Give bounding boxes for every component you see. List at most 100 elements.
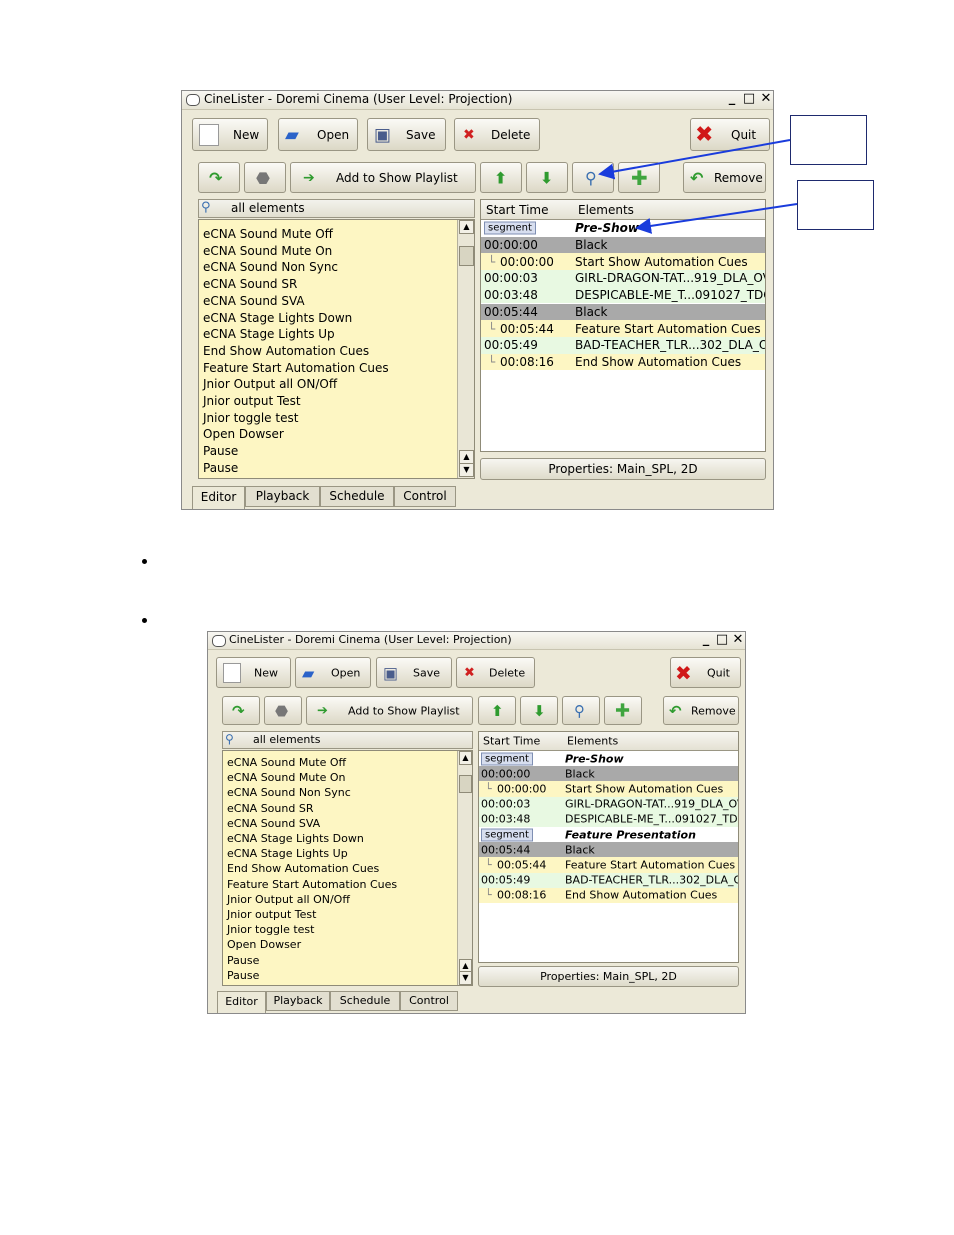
list-item[interactable]: Jnior toggle test bbox=[223, 922, 457, 937]
list-item[interactable]: eCNA Sound SVA bbox=[199, 293, 457, 310]
playlist-row[interactable]: segment Pre-Show bbox=[481, 220, 765, 237]
add-segment-button[interactable]: ✚ bbox=[604, 696, 642, 725]
tab-schedule[interactable]: Schedule bbox=[330, 991, 400, 1011]
refresh-button[interactable]: ↷ bbox=[198, 162, 240, 193]
maximize-button[interactable]: □ bbox=[742, 92, 756, 106]
add-segment-button[interactable]: ✚ bbox=[618, 162, 660, 193]
playlist-row[interactable]: segment Feature Presentation bbox=[479, 827, 738, 843]
move-up-button[interactable]: ⬆ bbox=[478, 696, 516, 725]
new-button[interactable]: New bbox=[192, 118, 268, 151]
find-button[interactable]: ⚲ bbox=[572, 162, 614, 193]
minimize-button[interactable]: _ bbox=[699, 633, 713, 647]
scroll-up-arrow[interactable]: ▲ bbox=[459, 220, 474, 234]
properties-bar[interactable]: Properties: Main_SPL, 2D bbox=[478, 966, 739, 987]
col-start-time[interactable]: Start Time bbox=[483, 735, 540, 748]
list-item[interactable]: End Show Automation Cues bbox=[223, 861, 457, 876]
list-item[interactable]: eCNA Sound Non Sync bbox=[223, 785, 457, 800]
scroll-down-arrow-2[interactable]: ▼ bbox=[459, 463, 474, 477]
list-item[interactable]: Jnior toggle test bbox=[199, 410, 457, 427]
close-button[interactable]: ✕ bbox=[759, 92, 773, 106]
copy-button[interactable]: ⬣ bbox=[264, 696, 302, 725]
remove-button[interactable]: ↶ Remove bbox=[683, 162, 766, 193]
playlist-row[interactable]: 00:00:00 └ Start Show Automation Cues bbox=[479, 781, 738, 797]
elements-list-scrollbar[interactable]: ▲ ▲ ▼ bbox=[457, 751, 472, 985]
playlist-row[interactable]: 00:00:03 GIRL-DRAGON-TAT...919_DLA_OV bbox=[481, 270, 765, 287]
col-elements[interactable]: Elements bbox=[567, 735, 618, 748]
list-item[interactable]: Feature Start Automation Cues bbox=[199, 360, 457, 377]
save-button[interactable]: ▣ Save bbox=[376, 657, 452, 688]
list-item[interactable]: Pause bbox=[199, 460, 457, 477]
list-item[interactable]: eCNA Sound Non Sync bbox=[199, 259, 457, 276]
quit-button[interactable]: ✖ Quit bbox=[690, 118, 770, 151]
quit-button[interactable]: ✖ Quit bbox=[670, 657, 741, 688]
list-item[interactable]: eCNA Sound Mute Off bbox=[199, 226, 457, 243]
scroll-up-arrow[interactable]: ▲ bbox=[459, 751, 472, 765]
playlist-row[interactable]: 00:00:00 Black bbox=[479, 766, 738, 782]
tab-control[interactable]: Control bbox=[400, 991, 458, 1011]
list-item[interactable]: Jnior output Test bbox=[199, 393, 457, 410]
delete-button[interactable]: ✖ Delete bbox=[454, 118, 540, 151]
list-item[interactable]: eCNA Stage Lights Down bbox=[199, 310, 457, 327]
close-button[interactable]: ✕ bbox=[731, 633, 745, 647]
list-item[interactable]: Open Dowser bbox=[223, 937, 457, 952]
move-up-button[interactable]: ⬆ bbox=[480, 162, 522, 193]
list-item[interactable]: eCNA Sound Mute On bbox=[223, 770, 457, 785]
tab-control[interactable]: Control bbox=[394, 486, 456, 507]
scroll-thumb[interactable] bbox=[459, 246, 474, 266]
maximize-button[interactable]: □ bbox=[715, 633, 729, 647]
list-item[interactable]: eCNA Sound Mute Off bbox=[223, 755, 457, 770]
add-to-show-playlist-button[interactable]: ➔ Add to Show Playlist bbox=[306, 696, 473, 725]
tab-playback[interactable]: Playback bbox=[245, 486, 320, 507]
find-button[interactable]: ⚲ bbox=[562, 696, 600, 725]
list-item[interactable]: Pause bbox=[223, 953, 457, 968]
playlist-row[interactable]: 00:03:48 DESPICABLE-ME_T...091027_TDC bbox=[481, 286, 765, 304]
playlist-row[interactable]: 00:08:16 └ End Show Automation Cues bbox=[481, 353, 765, 371]
playlist-row[interactable]: segment Pre-Show bbox=[479, 751, 738, 767]
list-item[interactable]: eCNA Sound SR bbox=[223, 801, 457, 816]
playlist-row[interactable]: 00:00:00 └ Start Show Automation Cues bbox=[481, 253, 765, 271]
list-item[interactable]: eCNA Stage Lights Up bbox=[223, 846, 457, 861]
open-button[interactable]: ▰ Open bbox=[295, 657, 371, 688]
list-item[interactable]: Pause bbox=[199, 443, 457, 460]
move-down-button[interactable]: ⬇ bbox=[520, 696, 558, 725]
list-item[interactable]: eCNA Sound SR bbox=[199, 276, 457, 293]
list-item[interactable]: Jnior output Test bbox=[223, 907, 457, 922]
scroll-down-arrow[interactable]: ▲ bbox=[459, 450, 474, 464]
list-item[interactable]: Jnior Output all ON/Off bbox=[223, 892, 457, 907]
list-item[interactable]: eCNA Sound Mute On bbox=[199, 243, 457, 260]
element-search-bar[interactable]: ⚲ all elements bbox=[222, 731, 473, 749]
element-search-bar[interactable]: ⚲ all elements bbox=[198, 199, 475, 218]
scroll-thumb[interactable] bbox=[459, 775, 472, 793]
list-item[interactable]: Pause bbox=[223, 968, 457, 983]
playlist-row[interactable]: 00:03:48 DESPICABLE-ME_T...091027_TDC bbox=[479, 811, 738, 827]
new-button[interactable]: New bbox=[216, 657, 291, 688]
playlist-row[interactable]: 00:05:44 Black bbox=[479, 842, 738, 858]
list-item[interactable]: Jnior Output all ON/Off bbox=[199, 376, 457, 393]
tab-editor[interactable]: Editor bbox=[192, 486, 245, 509]
playlist-row[interactable]: 00:00:00 Black bbox=[481, 236, 765, 254]
playlist-row[interactable]: 00:05:49 BAD-TEACHER_TLR...302_DLA_OV bbox=[479, 872, 738, 888]
playlist-row[interactable]: 00:05:49 BAD-TEACHER_TLR...302_DLA_OV bbox=[481, 336, 765, 354]
elements-list-scrollbar[interactable]: ▲ ▲ ▼ bbox=[457, 220, 474, 478]
list-item[interactable]: Feature Start Automation Cues bbox=[223, 877, 457, 892]
open-button[interactable]: ▰ Open bbox=[278, 118, 358, 151]
list-item[interactable]: eCNA Stage Lights Down bbox=[223, 831, 457, 846]
playlist-row[interactable]: 00:00:03 GIRL-DRAGON-TAT...919_DLA_OV bbox=[479, 796, 738, 812]
add-to-show-playlist-button[interactable]: ➔ Add to Show Playlist bbox=[290, 162, 476, 193]
scroll-down-arrow-2[interactable]: ▼ bbox=[459, 971, 472, 985]
delete-button[interactable]: ✖ Delete bbox=[456, 657, 535, 688]
playlist-row[interactable]: 00:05:44 └ Feature Start Automation Cues bbox=[479, 857, 738, 873]
remove-button[interactable]: ↶ Remove bbox=[663, 696, 739, 725]
list-item[interactable]: Open Dowser bbox=[199, 426, 457, 443]
list-item[interactable]: End Show Automation Cues bbox=[199, 343, 457, 360]
save-button[interactable]: ▣ Save bbox=[367, 118, 446, 151]
tab-editor[interactable]: Editor bbox=[217, 991, 266, 1013]
copy-button[interactable]: ⬣ bbox=[244, 162, 286, 193]
refresh-button[interactable]: ↷ bbox=[222, 696, 260, 725]
list-item[interactable]: eCNA Stage Lights Up bbox=[199, 326, 457, 343]
col-start-time[interactable]: Start Time bbox=[486, 203, 549, 217]
list-item[interactable]: eCNA Sound SVA bbox=[223, 816, 457, 831]
playlist-row[interactable]: 00:08:16 └ End Show Automation Cues bbox=[479, 887, 738, 903]
minimize-button[interactable]: _ bbox=[725, 92, 739, 106]
tab-schedule[interactable]: Schedule bbox=[320, 486, 394, 507]
